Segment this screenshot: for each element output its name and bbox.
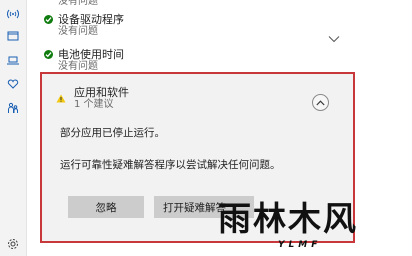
window-icon[interactable]	[7, 30, 19, 42]
item-status: 没有问题	[58, 26, 98, 37]
item-title: 设备驱动程序	[58, 13, 124, 26]
health-item-battery[interactable]: 电池使用时间 没有问题	[44, 48, 358, 79]
item-status: 没有问题	[58, 0, 98, 7]
item-title: 电池使用时间	[58, 48, 124, 61]
check-icon	[44, 15, 53, 24]
health-item-partial[interactable]: 没有问题	[58, 0, 358, 8]
chevron-up-icon[interactable]	[312, 94, 329, 111]
chevron-down-icon[interactable]	[328, 28, 340, 43]
panel-subtitle: 1 个建议	[74, 99, 114, 110]
panel-title: 应用和软件	[74, 86, 129, 99]
warning-icon	[56, 88, 66, 103]
watermark-text: 雨林木风	[218, 199, 358, 238]
panel-message: 部分应用已停止运行。	[60, 127, 165, 139]
watermark-logo: 雨林木风 YLMF	[208, 196, 412, 256]
gear-icon[interactable]	[7, 238, 19, 250]
ignore-button[interactable]: 忽略	[68, 196, 144, 218]
check-icon	[44, 50, 53, 59]
wifi-icon[interactable]	[7, 8, 19, 20]
family-icon[interactable]	[7, 102, 19, 114]
watermark-subtext: YLMF	[278, 240, 322, 250]
heart-icon[interactable]	[7, 78, 19, 90]
health-item-drivers[interactable]: 设备驱动程序 没有问题	[44, 13, 358, 43]
sidebar	[0, 0, 27, 256]
chevron-down-icon[interactable]	[328, 64, 340, 79]
panel-instruction: 运行可靠性疑难解答程序以尝试解决任何问题。	[60, 159, 281, 171]
laptop-icon[interactable]	[7, 54, 19, 66]
